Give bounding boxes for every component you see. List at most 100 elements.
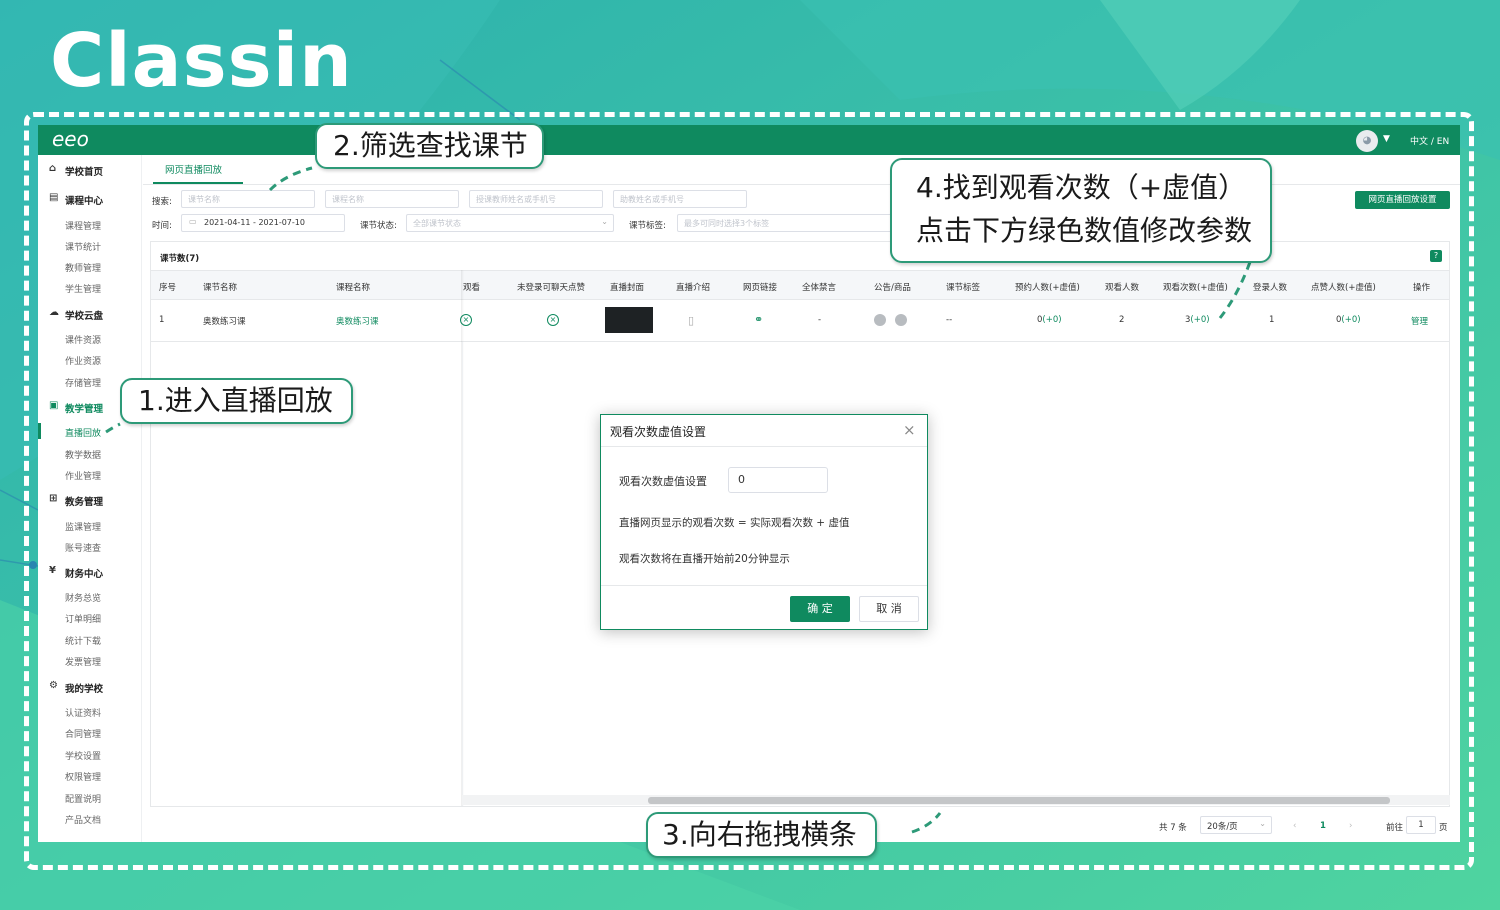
teacher-input[interactable]: 授课教师姓名或手机号 (469, 190, 603, 208)
confirm-button[interactable]: 确 定 (790, 596, 850, 622)
active-indicator (38, 423, 41, 439)
tag-select[interactable]: 最多可同时选择3个标签 (677, 214, 917, 232)
calendar-icon: ▤ (49, 192, 59, 203)
status-select[interactable]: 全部课节状态 ⌄ (406, 214, 614, 232)
dialog-footer-divider (601, 585, 927, 586)
table-header: 序号 课节名称 课程名称 观看 未登录可聊天点赞 直播封面 直播介绍 网页链接 … (151, 270, 1449, 300)
col-web-link: 网页链接 (743, 283, 778, 293)
col-likes: 点赞人数(+虚值) (1311, 283, 1376, 293)
col-watch: 观看 (463, 283, 481, 293)
col-lesson-name: 课节名称 (203, 283, 238, 293)
sidebar-item-label: 发票管理 (65, 658, 102, 668)
document-icon[interactable]: ▯ (688, 314, 694, 327)
avatar-icon[interactable]: ◕ (1356, 130, 1378, 152)
col-cover: 直播封面 (610, 283, 645, 293)
help-icon[interactable]: ? (1430, 250, 1442, 262)
cloud-icon: ☁ (49, 307, 59, 318)
chevron-down-icon: ⌄ (601, 217, 608, 226)
tab-live-replay[interactable]: 网页直播回放 (165, 162, 222, 176)
close-circle-icon[interactable]: × (547, 314, 559, 326)
live-cover-thumbnail[interactable] (605, 307, 653, 333)
col-action: 操作 (1413, 283, 1431, 293)
app-logo[interactable]: eeo (52, 127, 89, 151)
goto-page-input[interactable]: 1 (1406, 816, 1436, 834)
callout-step-4-line1: 4.找到观看次数（+虚值） (916, 171, 1247, 204)
notice-icon[interactable] (874, 314, 886, 326)
sidebar-item-label: 我的学校 (65, 684, 104, 695)
lesson-count: 课节数(7) (160, 254, 200, 264)
next-page-button[interactable]: › (1349, 821, 1352, 831)
course-name-input[interactable]: 课程名称 (325, 190, 459, 208)
date-range-picker[interactable]: ▭ 2021-04-11 - 2021-07-10 (181, 214, 345, 232)
virtual-views-dialog: 观看次数虚值设置 × 观看次数虚值设置 0 直播网页显示的观看次数 = 实际观看… (600, 414, 928, 630)
time-label: 时间: (152, 221, 172, 231)
table-row: 1 奥数练习课 奥数练习课 × × ▯ ⚭ - -- 0(+0) 2 3(+0)… (151, 300, 1449, 342)
row-logins: 1 (1269, 315, 1275, 325)
sidebar-item-label: 直播回放 (65, 429, 102, 439)
row-manage-link[interactable]: 管理 (1411, 315, 1428, 327)
col-index: 序号 (159, 283, 177, 293)
callout-step-2: 2.筛选查找课节 (315, 123, 544, 169)
sidebar-item-label: 认证资料 (65, 709, 102, 719)
row-lesson-tag: -- (946, 315, 953, 325)
top-bar: eeo ◕ ▼ 中文 / EN (38, 125, 1460, 155)
pagination-total: 共 7 条 (1159, 823, 1187, 833)
replay-settings-button[interactable]: 网页直播回放设置 (1355, 191, 1450, 209)
col-lesson-tag: 课节标签 (946, 283, 981, 293)
sidebar-item-label: 教务管理 (65, 497, 104, 508)
sidebar-item-label: 权限管理 (65, 773, 102, 783)
col-notice-goods: 公告/商品 (874, 283, 911, 293)
current-page[interactable]: 1 (1320, 821, 1326, 831)
search-label: 搜索: (152, 197, 172, 207)
sidebar-item-label: 合同管理 (65, 730, 102, 740)
col-viewers: 观看人数 (1105, 283, 1140, 293)
callout-step-4: 4.找到观看次数（+虚值） 点击下方绿色数值修改参数 (890, 158, 1273, 263)
dialog-divider (601, 446, 927, 447)
page-size-select[interactable]: 20条/页 ⌄ (1200, 816, 1272, 834)
col-course-name: 课程名称 (336, 283, 371, 293)
sidebar-item-label: 学生管理 (65, 285, 102, 295)
lesson-name-input[interactable]: 课节名称 (181, 190, 315, 208)
assistant-input[interactable]: 助教姓名或手机号 (613, 190, 747, 208)
sidebar-item-label: 统计下载 (65, 637, 102, 647)
link-icon[interactable]: ⚭ (754, 313, 763, 326)
sidebar-item-label: 订单明细 (65, 615, 102, 625)
reserve-virtual-value[interactable]: (+0) (1042, 315, 1061, 325)
sidebar-item-label: 配置说明 (65, 795, 102, 805)
row-reserve: 0(+0) (1037, 315, 1062, 325)
prev-page-button[interactable]: ‹ (1293, 821, 1296, 831)
sidebar-item-label: 学校云盘 (65, 311, 104, 322)
calendar-icon: ▭ (189, 217, 197, 226)
sidebar-item-label: 课程管理 (65, 222, 102, 232)
row-course-link[interactable]: 奥数练习课 (336, 315, 379, 327)
home-icon: ⌂ (49, 163, 57, 174)
sidebar-item-label: 财务中心 (65, 569, 104, 580)
status-select-value: 全部课节状态 (413, 219, 461, 228)
likes-virtual-value[interactable]: (+0) (1341, 315, 1360, 325)
goods-icon[interactable] (895, 314, 907, 326)
goto-label: 前往 (1386, 823, 1404, 833)
display-note: 观看次数将在直播开始前20分钟显示 (619, 553, 790, 565)
sidebar-item-label: 教学管理 (65, 404, 104, 415)
chevron-down-icon[interactable]: ▼ (1383, 134, 1390, 144)
sidebar-item-label: 监课管理 (65, 523, 102, 533)
col-guest-chat: 未登录可聊天点赞 (517, 283, 586, 293)
sidebar-item-label: 课程中心 (65, 196, 104, 207)
callout-step-3: 3.向右拖拽横条 (646, 812, 877, 858)
views-virtual-value[interactable]: (+0) (1190, 315, 1209, 325)
brand-logo: Classin (50, 18, 353, 104)
chevron-down-icon: ⌄ (1259, 819, 1266, 828)
virtual-views-input[interactable]: 0 (728, 467, 828, 493)
col-views: 观看次数(+虚值) (1163, 283, 1228, 293)
monitor-icon: ▣ (49, 400, 59, 411)
sidebar-item-label: 课件资源 (65, 336, 102, 346)
cancel-button[interactable]: 取 消 (859, 596, 919, 622)
sidebar-item-label: 教学数据 (65, 451, 102, 461)
sidebar-item-label: 账号速查 (65, 544, 102, 554)
sidebar-item-label: 作业管理 (65, 472, 102, 482)
horizontal-scrollbar-thumb[interactable] (648, 797, 1390, 804)
close-icon[interactable]: × (903, 421, 916, 439)
row-index: 1 (159, 315, 165, 325)
sidebar-item-label: 产品文档 (65, 816, 102, 826)
language-switch[interactable]: 中文 / EN (1410, 134, 1449, 147)
